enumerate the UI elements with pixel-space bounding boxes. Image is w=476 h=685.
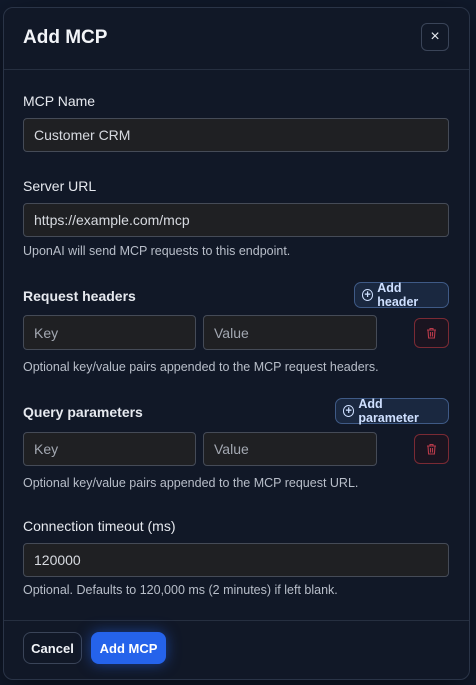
add-header-button[interactable]: + Add header [354, 281, 449, 309]
add-header-label: Add header [377, 281, 419, 309]
add-mcp-dialog: Add MCP × MCP Name Customer CRM Server U… [3, 7, 470, 680]
timeout-input[interactable]: 120000 [23, 543, 449, 577]
dialog-header: Add MCP × [4, 8, 469, 70]
server-url-input[interactable]: https://example.com/mcp [23, 203, 449, 237]
plus-circle-icon: + [362, 289, 374, 301]
remove-header-button[interactable] [414, 318, 449, 348]
close-icon: × [430, 28, 440, 45]
request-headers-hint: Optional key/value pairs appended to the… [23, 360, 379, 374]
query-parameters-hint: Optional key/value pairs appended to the… [23, 476, 359, 490]
mcp-name-input[interactable]: Customer CRM [23, 118, 449, 152]
header-key-input[interactable]: Key [23, 315, 196, 350]
trash-icon [427, 327, 436, 339]
timeout-label: Connection timeout (ms) [23, 518, 176, 534]
add-parameter-button[interactable]: + Add parameter [335, 397, 449, 425]
query-parameters-label: Query parameters [23, 404, 143, 420]
add-mcp-button[interactable]: Add MCP [91, 632, 166, 664]
param-value-input[interactable]: Value [203, 432, 377, 466]
server-url-label: Server URL [23, 178, 97, 194]
param-key-input[interactable]: Key [23, 432, 196, 466]
close-button[interactable]: × [421, 23, 449, 51]
plus-circle-icon: + [343, 405, 355, 417]
cancel-button[interactable]: Cancel [23, 632, 82, 664]
mcp-name-label: MCP Name [23, 93, 96, 109]
remove-param-button[interactable] [414, 434, 449, 464]
server-url-hint: UponAI will send MCP requests to this en… [23, 244, 291, 258]
request-headers-label: Request headers [23, 288, 136, 304]
add-parameter-label: Add parameter [358, 397, 419, 425]
dialog-footer: Cancel Add MCP [4, 620, 469, 679]
trash-icon [427, 443, 436, 455]
timeout-hint: Optional. Defaults to 120,000 ms (2 minu… [23, 583, 338, 597]
header-value-input[interactable]: Value [203, 315, 377, 350]
dialog-title: Add MCP [23, 27, 108, 48]
